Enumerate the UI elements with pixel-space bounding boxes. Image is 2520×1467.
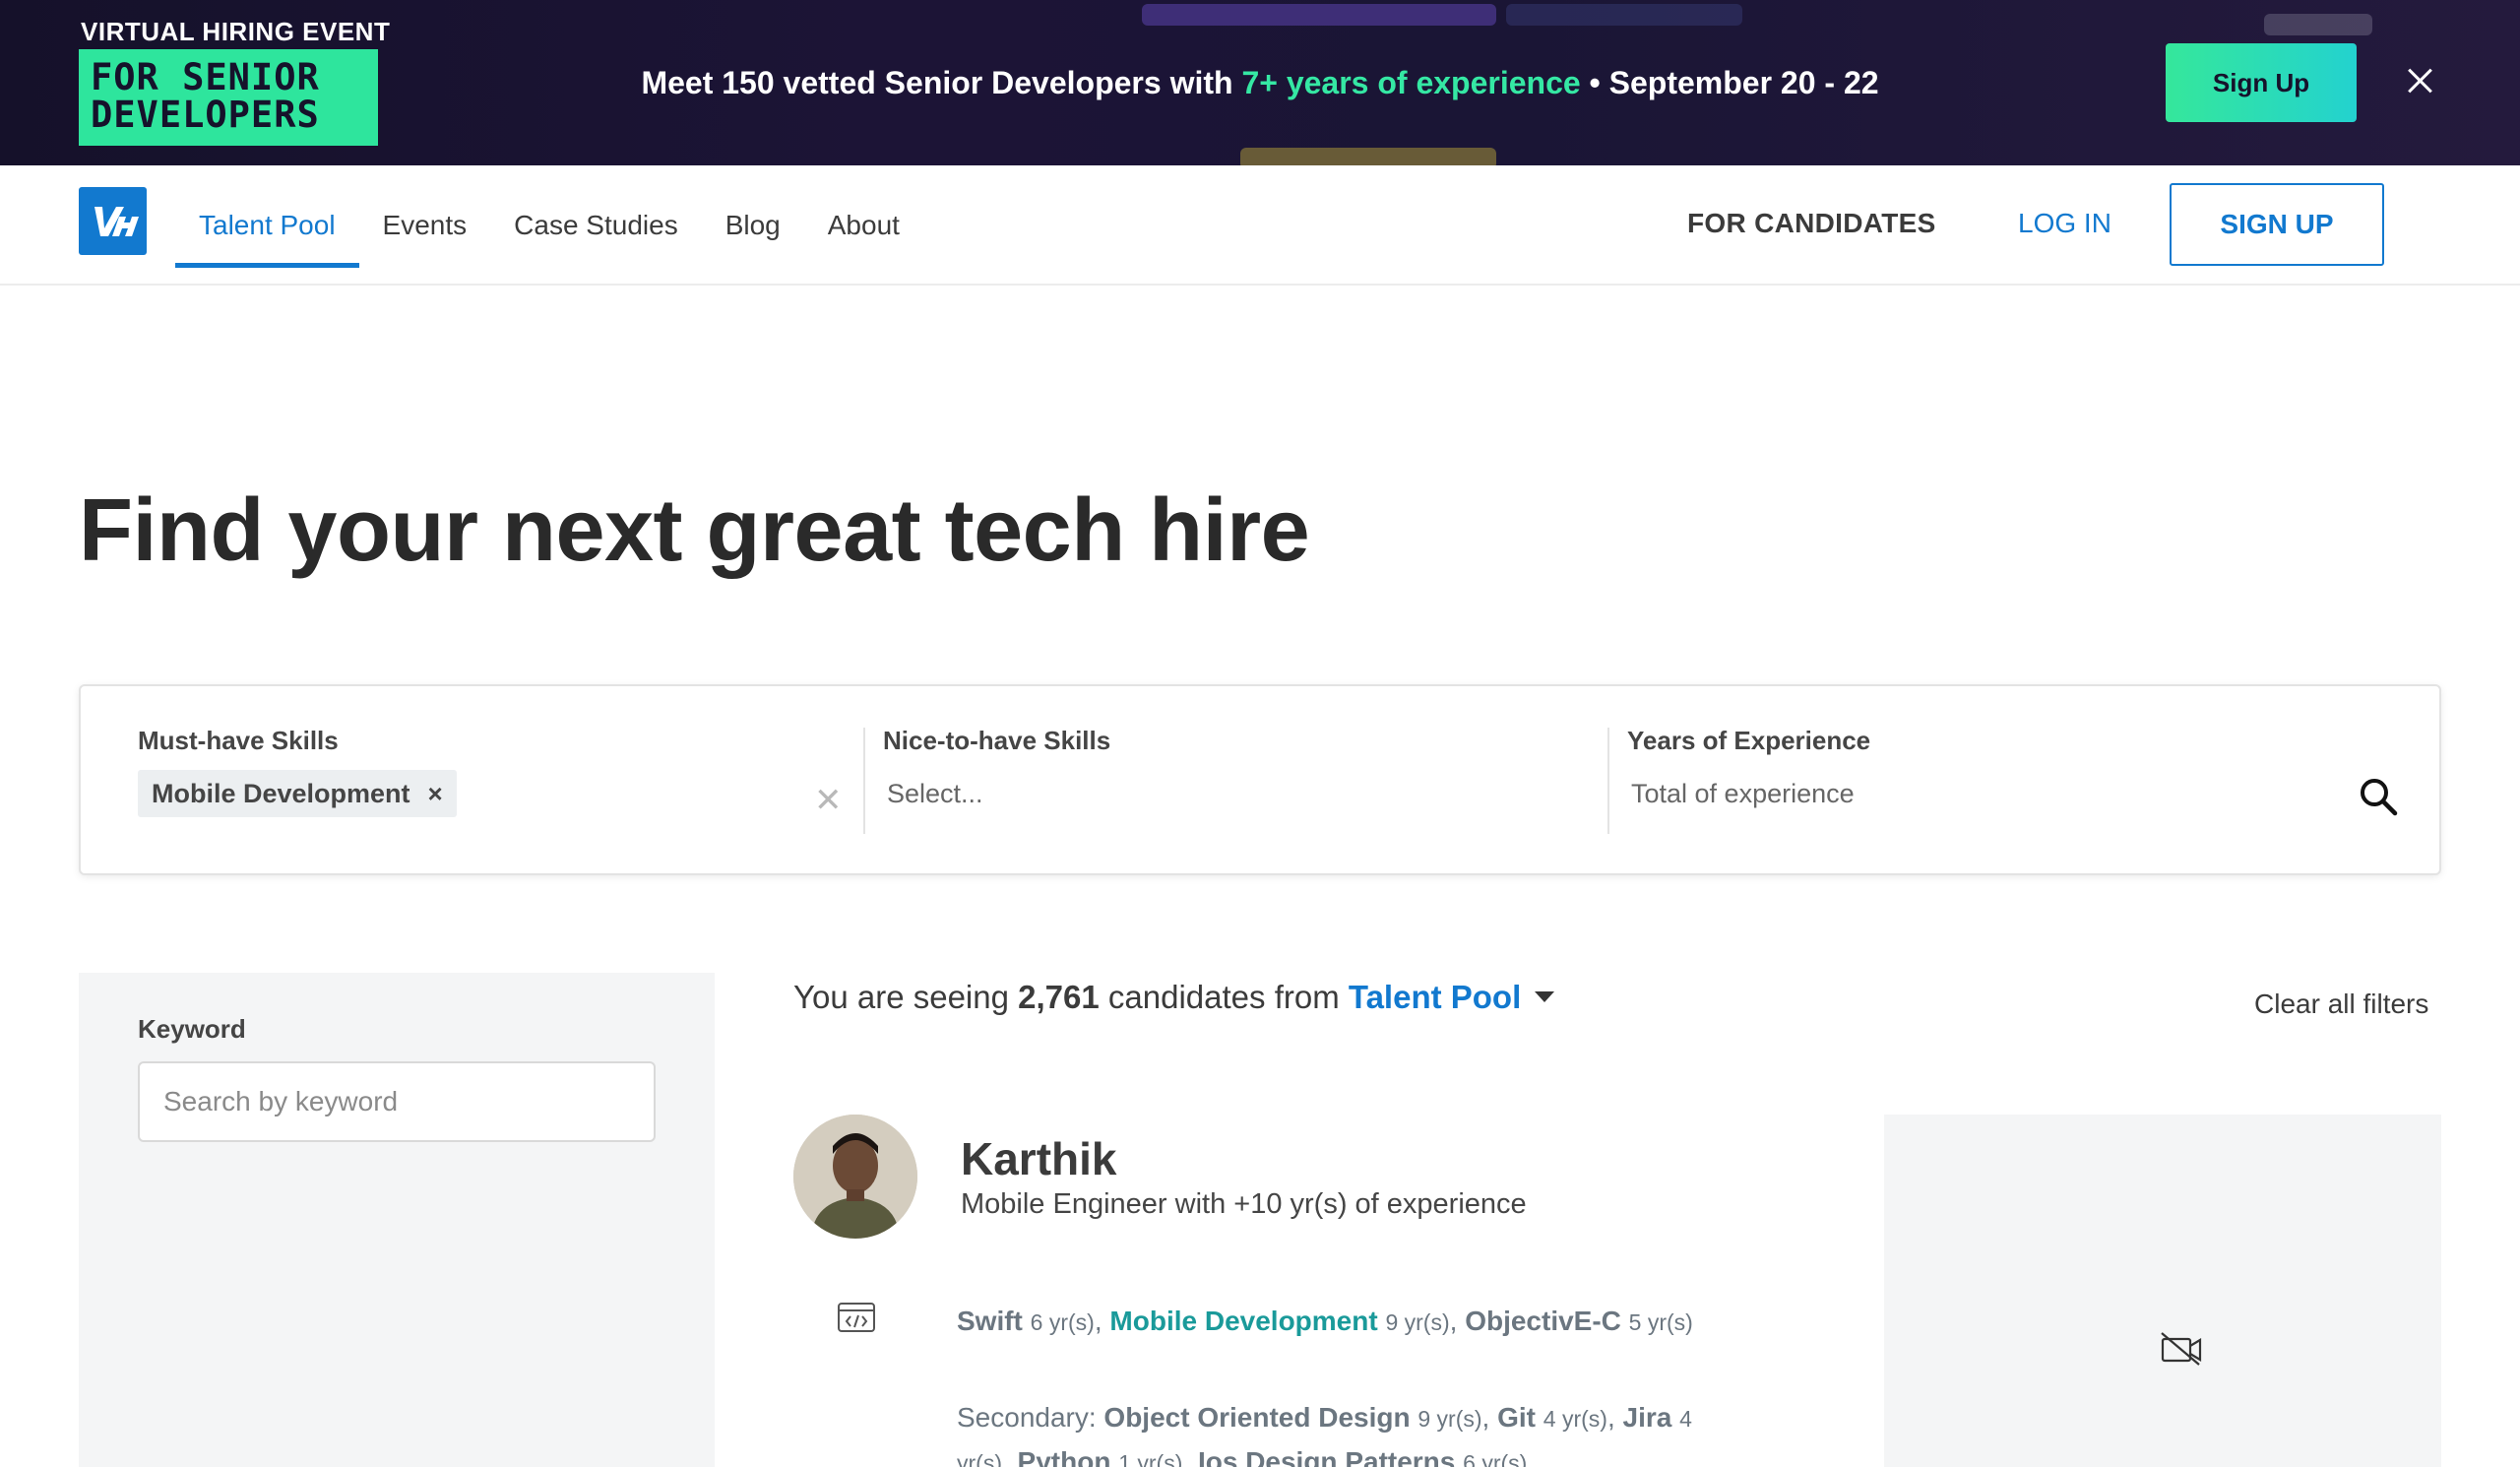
nice-to-have-select[interactable]: Select... [883,770,1572,817]
avatar-photo [793,1115,917,1239]
must-have-skills-field: Must-have Skills Mobile Development × [138,726,827,817]
must-have-skills-label: Must-have Skills [138,726,339,755]
results-count: 2,761 [1018,979,1100,1015]
skill-chip: Mobile Development × [138,770,457,817]
skill-years: 4 yr(s) [1543,1406,1607,1432]
secondary-label: Secondary: [957,1402,1104,1433]
skill-years: 9 yr(s) [1418,1406,1482,1432]
skill-chip-label: Mobile Development [152,778,410,808]
skill-name-matched: Mobile Development [1109,1306,1378,1336]
keyword-label: Keyword [138,1014,246,1044]
chevron-down-icon[interactable] [1535,990,1555,1002]
banner-message-prefix: Meet 150 vetted Senior Developers with [641,65,1242,100]
primary-skills: Swift 6 yr(s), Mobile Development 9 yr(s… [957,1306,1693,1336]
results-summary: You are seeing 2,761 candidates from Tal… [793,979,1555,1016]
filters-sidebar: Keyword [79,973,715,1467]
code-icon [837,1302,876,1333]
banner-message-suffix: • September 20 - 22 [1580,65,1879,100]
field-divider [863,728,865,834]
event-kicker: VIRTUAL HIRING EVENT [81,17,391,46]
video-off-icon [2160,1331,2203,1367]
skill-years: 1 yr(s) [1118,1450,1183,1467]
vh-logo-icon[interactable] [79,187,147,255]
skill-name: Swift [957,1306,1023,1336]
main-nav: Talent Pool Events Case Studies Blog Abo… [0,165,2520,286]
event-banner: VIRTUAL HIRING EVENT FOR SENIOR DEVELOPE… [0,0,2520,165]
candidate-name[interactable]: Karthik [961,1132,1116,1185]
talent-source-dropdown[interactable]: Talent Pool [1349,979,1521,1015]
skill-name: Git [1497,1402,1536,1433]
skill-years: 6 yr(s) [1463,1450,1528,1467]
nice-to-have-skills-label: Nice-to-have Skills [883,726,1111,755]
nav-link-about[interactable]: About [804,165,923,286]
candidate-title: Mobile Engineer with +10 yr(s) of experi… [961,1188,1527,1220]
search-panel: Must-have Skills Mobile Development × ✕ … [79,684,2441,875]
avatar[interactable] [793,1115,917,1239]
skill-name: ObjectivE-C [1465,1306,1621,1336]
field-divider [1607,728,1609,834]
candidate-video-placeholder[interactable] [1884,1115,2441,1467]
close-icon[interactable] [2403,63,2438,98]
skill-years: 6 yr(s) [1030,1309,1095,1335]
experience-input[interactable]: Total of experience [1627,770,2316,817]
vh-logo-glyph [94,207,139,236]
skill-name: Python [1017,1446,1111,1467]
skill-name: Object Oriented Design [1103,1402,1411,1433]
nice-to-have-skills-field: Nice-to-have Skills Select... [883,726,1572,817]
for-candidates-link[interactable]: FOR CANDIDATES [1687,208,1936,239]
event-badge-line: DEVELOPERS [91,94,320,136]
code-icon-glyph [838,1303,875,1332]
nav-links: Talent Pool Events Case Studies Blog Abo… [175,165,923,286]
years-of-experience-label: Years of Experience [1627,726,1871,755]
years-of-experience-field: Years of Experience Total of experience [1627,726,2316,817]
nav-link-case-studies[interactable]: Case Studies [490,165,702,286]
search-icon[interactable] [2355,773,2404,822]
skill-name: Jira [1622,1402,1672,1433]
keyword-search-input[interactable] [138,1061,656,1142]
signup-button[interactable]: SIGN UP [2170,183,2384,266]
results-middle: candidates from [1099,979,1349,1015]
banner-message: Meet 150 vetted Senior Developers with 7… [0,65,2520,101]
clear-skills-icon[interactable]: ✕ [814,781,843,820]
nav-link-talent-pool[interactable]: Talent Pool [175,165,359,286]
nav-link-events[interactable]: Events [359,165,491,286]
skill-name: Ios Design Patterns [1197,1446,1456,1467]
login-link[interactable]: LOG IN [2018,208,2111,239]
skill-years: 9 yr(s) [1385,1309,1450,1335]
chip-remove-icon[interactable]: × [428,779,443,809]
secondary-skills: Secondary: Object Oriented Design 9 yr(s… [957,1396,1705,1467]
results-prefix: You are seeing [793,979,1019,1015]
search-icon-glyph [2361,779,2398,816]
video-off-icon-glyph [2161,1332,2202,1366]
clear-all-filters-link[interactable]: Clear all filters [2254,989,2428,1020]
skill-years: 5 yr(s) [1628,1309,1693,1335]
page-title: Find your next great tech hire [79,481,1310,580]
banner-signup-button[interactable]: Sign Up [2166,43,2357,122]
nav-link-blog[interactable]: Blog [702,165,804,286]
banner-message-highlight: 7+ years of experience [1241,65,1581,100]
